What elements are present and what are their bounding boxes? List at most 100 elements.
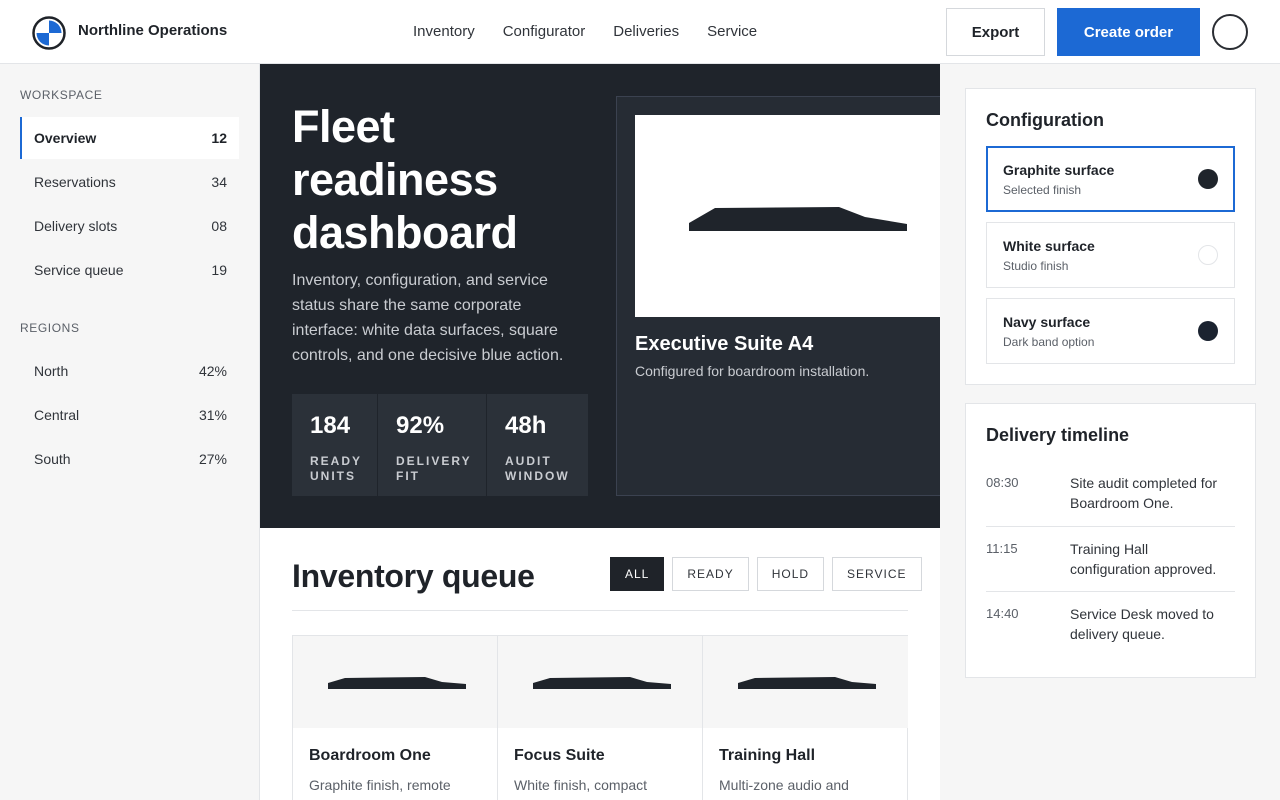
timeline-text: Service Desk moved to delivery queue. (1070, 606, 1214, 642)
sidebar-item-count: 19 (211, 262, 227, 278)
card-title: Focus Suite (514, 747, 605, 764)
brand-name[interactable]: Northline Operations (78, 22, 227, 39)
nav-service[interactable]: Service (707, 23, 757, 40)
export-button[interactable]: Export (946, 8, 1045, 56)
card-description: Multi-zone audio and presentation wall. (719, 777, 849, 800)
sidebar-item-reservations[interactable]: Reservations 34 (20, 161, 239, 203)
sidebar-item-label: Service queue (34, 262, 124, 278)
stat-value: 48h (505, 412, 547, 439)
feature-card[interactable]: Executive Suite A4 Configured for boardr… (616, 96, 957, 496)
sidebar-item-count: 08 (211, 218, 227, 234)
option-subtitle: Dark band option (1003, 335, 1095, 349)
stat-label: READY UNITS (310, 454, 362, 483)
nav-configurator[interactable]: Configurator (503, 23, 586, 40)
brand-logo-icon[interactable] (32, 16, 66, 50)
option-navy-surface[interactable]: Navy surface Dark band option (986, 298, 1235, 364)
right-column: Configuration Graphite surface Selected … (940, 64, 1280, 800)
sidebar-item-value: 27% (198, 451, 227, 467)
stats-strip: 184 READY UNITS 92% DELIVERY FIT 48h AUD… (292, 394, 588, 496)
card-image (293, 636, 497, 728)
timeline-entry: 14:40 Service Desk moved to delivery que… (986, 604, 1235, 644)
option-name: White surface (1003, 238, 1095, 254)
nav-deliveries[interactable]: Deliveries (613, 23, 679, 40)
filter-group: ALL READY HOLD SERVICE (610, 557, 922, 591)
desk-product-icon (328, 677, 466, 689)
desk-product-icon (533, 677, 671, 689)
sidebar-item-overview[interactable]: Overview 12 (20, 117, 239, 159)
hero-section: Fleet readiness dashboard Inventory, con… (260, 64, 957, 528)
stat-label: AUDIT WINDOW (505, 454, 570, 483)
sidebar-item-central[interactable]: Central 31% (20, 394, 239, 436)
delivery-timeline-panel: Delivery timeline 08:30 Site audit compl… (965, 403, 1256, 678)
panel-title: Configuration (986, 110, 1104, 130)
desk-product-icon (738, 677, 876, 689)
timeline-time: 14:40 (986, 606, 1019, 621)
workspace-heading: WORKSPACE (20, 88, 103, 102)
avatar[interactable] (1212, 14, 1248, 50)
divider (292, 610, 908, 611)
configuration-panel: Configuration Graphite surface Selected … (965, 88, 1256, 385)
sidebar-item-label: Reservations (34, 174, 116, 190)
filter-all[interactable]: ALL (610, 557, 665, 591)
card-image (498, 636, 702, 728)
option-graphite-surface[interactable]: Graphite surface Selected finish (986, 146, 1235, 212)
panel-title: Delivery timeline (986, 425, 1130, 445)
card-description: White finish, compact installation. (514, 777, 648, 800)
section-title: Inventory queue (292, 558, 535, 594)
stat-label: DELIVERY FIT (396, 454, 472, 483)
sidebar-item-north[interactable]: North 42% (20, 350, 239, 392)
inventory-section: Inventory queue ALL READY HOLD SERVICE B… (260, 528, 940, 800)
filter-hold[interactable]: HOLD (756, 557, 825, 591)
stat-delivery-fit: 92% DELIVERY FIT (378, 394, 487, 496)
option-name: Navy surface (1003, 314, 1091, 330)
timeline-time: 08:30 (986, 475, 1019, 490)
stat-audit-window: 48h AUDIT WINDOW (487, 394, 588, 496)
sidebar-item-service-queue[interactable]: Service queue 19 (20, 249, 239, 291)
sidebar-item-label: South (34, 451, 71, 467)
feature-title: Executive Suite A4 (635, 333, 814, 355)
sidebar-item-count: 12 (211, 130, 227, 146)
card-description: Graphite finish, remote service contract… (309, 777, 451, 800)
sidebar-item-delivery-slots[interactable]: Delivery slots 08 (20, 205, 239, 247)
divider (986, 526, 1235, 527)
sidebar-item-label: North (34, 363, 69, 379)
filter-ready[interactable]: READY (672, 557, 749, 591)
inventory-card[interactable]: Boardroom One Graphite finish, remote se… (293, 636, 498, 800)
option-subtitle: Selected finish (1003, 183, 1082, 197)
option-white-surface[interactable]: White surface Studio finish (986, 222, 1235, 288)
feature-subtitle: Configured for boardroom installation. (635, 363, 870, 379)
card-title: Training Hall (719, 747, 816, 764)
hero-description: Inventory, configuration, and service st… (292, 272, 564, 364)
card-image (703, 636, 908, 728)
timeline-text: Site audit completed for Boardroom One. (1070, 475, 1218, 511)
option-name: Graphite surface (1003, 162, 1115, 178)
swatch-icon (1198, 245, 1218, 265)
sidebar-item-label: Delivery slots (34, 218, 118, 234)
inventory-card[interactable]: Focus Suite White finish, compact instal… (498, 636, 703, 800)
timeline-text: Training Hall configuration approved. (1070, 541, 1217, 577)
regions-heading: REGIONS (20, 321, 80, 335)
swatch-icon (1198, 169, 1218, 189)
top-bar: Northline Operations Inventory Configura… (0, 0, 1280, 64)
sidebar-item-count: 34 (211, 174, 227, 190)
sidebar-item-value: 42% (198, 363, 227, 379)
sidebar-item-label: Overview (34, 130, 97, 146)
page-title: Fleet readiness dashboard (292, 101, 518, 258)
create-order-button[interactable]: Create order (1057, 8, 1200, 56)
timeline-entry: 08:30 Site audit completed for Boardroom… (986, 473, 1235, 513)
nav-inventory[interactable]: Inventory (413, 23, 475, 40)
sidebar-item-south[interactable]: South 27% (20, 438, 239, 480)
filter-service[interactable]: SERVICE (832, 557, 922, 591)
swatch-icon (1198, 321, 1218, 341)
feature-image (635, 115, 957, 317)
inventory-cards: Boardroom One Graphite finish, remote se… (292, 635, 908, 800)
timeline-entry: 11:15 Training Hall configuration approv… (986, 539, 1235, 579)
sidebar-item-value: 31% (198, 407, 227, 423)
stat-value: 184 (310, 412, 351, 439)
desk-product-icon (689, 207, 907, 231)
timeline-time: 11:15 (986, 541, 1018, 556)
option-subtitle: Studio finish (1003, 259, 1069, 273)
inventory-card[interactable]: Training Hall Multi-zone audio and prese… (703, 636, 908, 800)
sidebar: WORKSPACE Overview 12 Reservations 34 De… (0, 64, 260, 800)
stat-ready-units: 184 READY UNITS (292, 394, 378, 496)
